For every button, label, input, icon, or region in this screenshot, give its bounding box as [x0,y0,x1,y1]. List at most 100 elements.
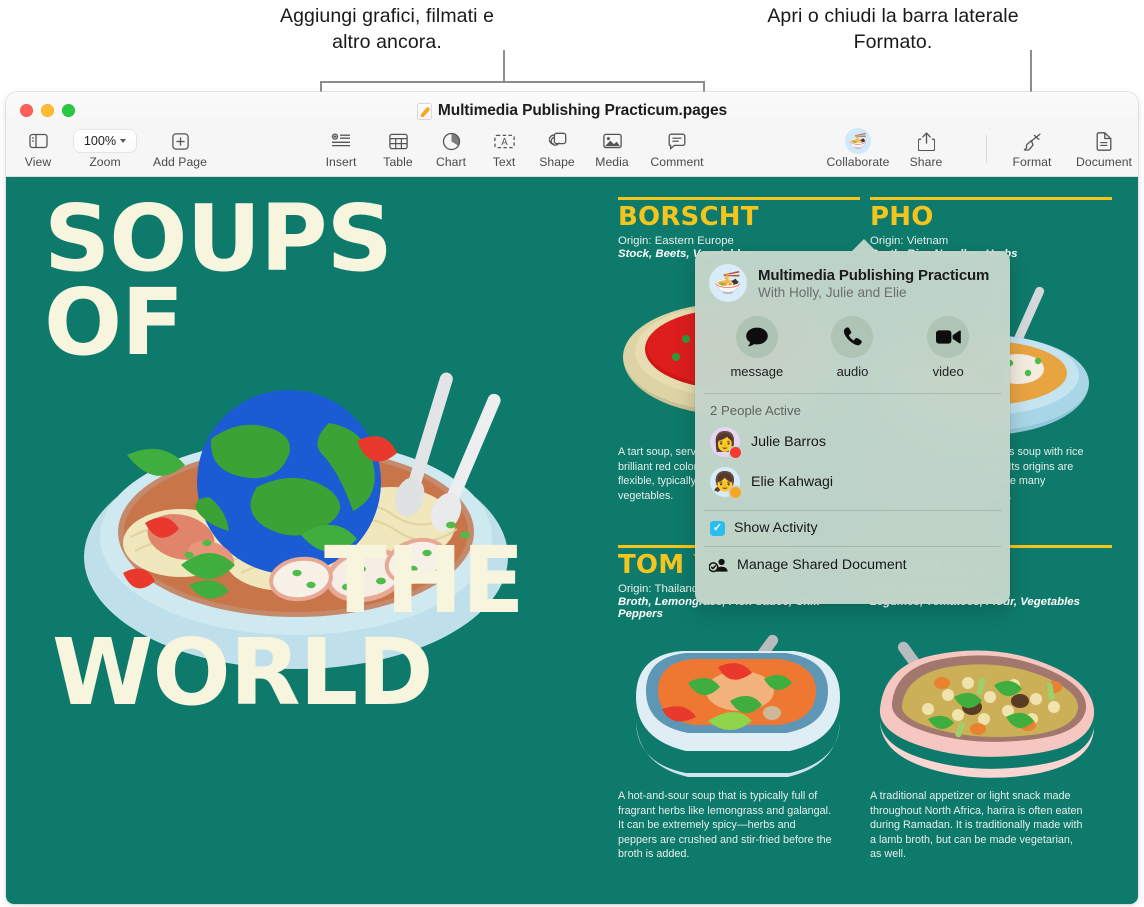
document-canvas[interactable]: SOUPS OF THE WORLD No matter where you f… [6,177,1138,904]
share-icon [917,129,935,153]
action-label-message: message [730,364,784,379]
toolbar-button-add-page[interactable]: Add Page [144,129,216,169]
soup-origin-borscht: Origin: Eastern Europe [618,235,734,247]
person-row-elie[interactable]: 👧 Elie Kahwagi [695,462,1010,502]
collaborate-popover[interactable]: 🍜 Multimedia Publishing Practicum With H… [695,251,1010,604]
collaborate-icon: 🍜 [845,128,871,154]
plus-box-icon [171,129,189,153]
popover-actions: message audio video [695,316,1010,379]
status-dot [730,486,741,498]
show-activity-label: Show Activity [734,520,818,536]
toolbar-label-text: Text [492,155,516,169]
toolbar-label-view: View [24,155,52,169]
text-box-icon: A [493,129,515,153]
avatar: 👩 [710,426,741,458]
status-dot [730,446,741,458]
harira-illustration [879,641,1095,778]
action-audio[interactable]: audio [815,316,889,379]
format-brush-icon [1022,129,1042,153]
action-label-audio: audio [836,364,869,379]
person-row-julie[interactable]: 👩 Julie Barros [695,422,1010,462]
soup-origin-pho: Origin: Vietnam [870,235,949,247]
checkmark-icon: ✓ [712,521,723,534]
sidebar-icon [28,129,48,153]
callout-leader-left-horizontal [320,81,704,83]
phone-icon [831,316,874,358]
action-message[interactable]: message [720,316,794,379]
toolbar-label-share: Share [909,155,943,169]
manage-shared-icon [709,557,729,573]
toolbar-label-document: Document [1076,155,1132,169]
action-label-video: video [932,364,964,379]
collaborate-avatar-icon: 🍜 [845,128,871,154]
window-title-group: Multimedia Publishing Practicum.pages [6,102,1138,120]
show-activity-checkbox[interactable]: ✓ [710,520,725,536]
popover-header: 🍜 Multimedia Publishing Practicum With H… [695,251,1010,302]
action-video[interactable]: video [911,316,985,379]
callout-leader-left-tick-a [320,81,322,92]
cover-title-line-1: SOUPS [44,185,393,292]
document-icon [1096,129,1112,153]
callout-leader-left-tick-b [703,81,705,92]
avatar: 👧 [710,466,741,498]
main-toolbar: View 100% Zoom Add Page Insert Table Cha… [6,128,1138,177]
chevron-down-icon [120,139,127,143]
svg-text:A: A [501,137,508,148]
soup-of-the-world-illustration [84,372,508,669]
toolbar-button-collaborate[interactable]: 🍜 Collaborate [819,128,897,169]
popover-title: Multimedia Publishing Practicum [758,266,990,284]
popover-subtitle: With Holly, Julie and Elie [758,284,907,300]
media-icon [602,129,622,153]
toolbar-control-zoom[interactable]: 100% Zoom [68,129,142,169]
manage-shared-document-row[interactable]: Manage Shared Document [695,547,1010,573]
insert-icon [331,129,351,153]
table-icon [388,129,408,153]
toolbar-label-chart: Chart [435,155,467,169]
soup-rule [618,197,860,200]
toolbar-separator [986,135,987,163]
window-title: Multimedia Publishing Practicum.pages [437,102,728,119]
toolbar-label-insert: Insert [325,155,357,169]
video-camera-icon [927,316,970,358]
document-avatar: 🍜 [709,264,747,302]
soup-name-borscht: BORSCHT [618,202,759,232]
show-activity-row[interactable]: ✓ Show Activity [695,510,1010,546]
toolbar-button-share[interactable]: Share [894,129,958,169]
toolbar-label-media: Media [595,155,629,169]
toolbar-label-add-page: Add Page [153,155,207,169]
toolbar-label-format: Format [1012,155,1052,169]
callout-label-format: Apri o chiudi la barra laterale Formato. [767,5,1019,53]
toolbar-button-format[interactable]: Format [1000,129,1064,169]
callout-leader-left-vertical [503,50,505,82]
toolbar-label-collaborate: Collaborate [826,155,890,169]
toolbar-label-shape: Shape [539,155,575,169]
toolbar-label-table: Table [383,155,413,169]
shape-icon [548,129,567,153]
soup-name-pho: PHO [870,202,934,232]
chart-icon [442,129,461,153]
document-page-cover: SOUPS OF THE WORLD No matter where you f… [6,177,602,904]
manage-shared-document-label: Manage Shared Document [737,556,907,573]
zoom-value: 100% [83,134,117,148]
zoom-popup-button[interactable]: 100% [74,129,136,153]
soup-description-tom-yum: A hot-and-sour soup that is typically fu… [618,790,832,861]
person-name: Elie Kahwagi [751,473,834,490]
soup-description-harira: A traditional appetizer or light snack m… [870,790,1083,861]
person-name: Julie Barros [751,433,826,450]
popover-arrow [851,239,877,252]
pages-app-window: Multimedia Publishing Practicum.pages Vi… [6,92,1138,904]
callout-label-insert: Aggiungi grafici, filmati e altro ancora… [279,5,495,53]
toolbar-label-comment: Comment [650,155,704,169]
message-bubble-icon [735,316,778,358]
window-titlebar: Multimedia Publishing Practicum.pages [6,92,1138,129]
toolbar-button-media[interactable]: Media [580,129,644,169]
toolbar-button-insert[interactable]: Insert [309,129,373,169]
toolbar-button-document[interactable]: Document [1068,129,1138,169]
toolbar-button-comment[interactable]: Comment [645,129,709,169]
toolbar-button-view[interactable]: View [6,129,70,169]
comment-icon [668,129,686,153]
toolbar-label-zoom: Zoom [89,155,121,169]
tom-yum-illustration [636,634,840,777]
soup-rule [870,197,1112,200]
pages-document-icon [416,102,432,120]
